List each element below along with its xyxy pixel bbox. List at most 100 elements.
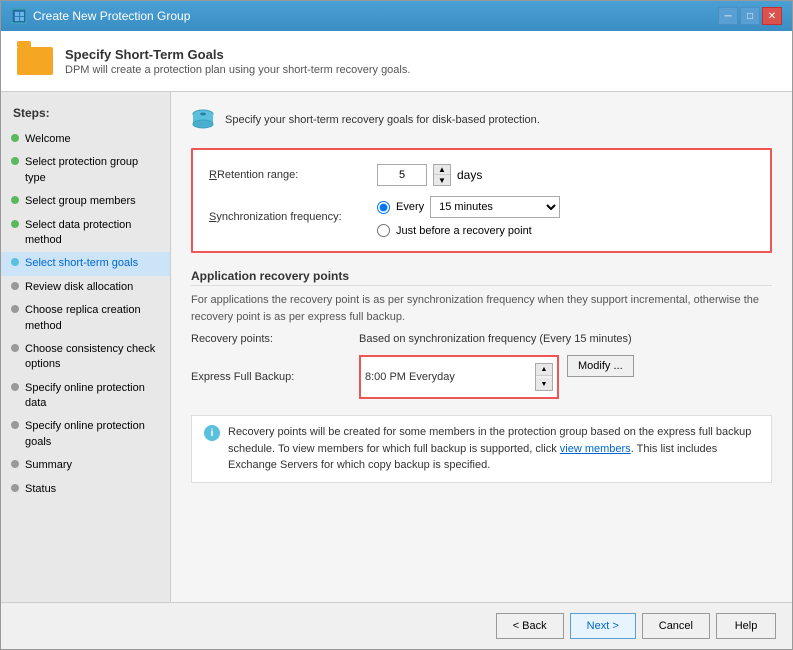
page-header: Specify Short-Term Goals DPM will create… <box>1 31 792 92</box>
express-backup-value: 8:00 PM Everyday <box>365 371 535 383</box>
recovery-points-label: Recovery points: <box>191 333 351 345</box>
disk-description: Specify your short-term recovery goals f… <box>225 114 540 126</box>
app-icon <box>11 8 27 24</box>
sidebar-item-welcome[interactable]: Welcome <box>1 128 170 151</box>
sidebar-label-welcome: Welcome <box>25 132 71 147</box>
retention-sync-form: RRetention range: 5 ▲ ▼ days Synchroni <box>191 148 772 253</box>
sidebar-label-online-goals: Specify online protection goals <box>25 419 158 450</box>
express-backup-group: 8:00 PM Everyday ▲ ▼ Modify ... <box>359 355 634 399</box>
sidebar-label-replica: Choose replica creation method <box>25 303 158 334</box>
title-bar-left: Create New Protection Group <box>11 8 190 24</box>
recovery-points-row: Recovery points: Based on synchronizatio… <box>191 333 772 345</box>
status-dot-summary <box>11 460 19 468</box>
sync-every-label: Every <box>396 201 424 213</box>
retention-spinner-buttons: ▲ ▼ <box>433 164 451 186</box>
sidebar-item-replica[interactable]: Choose replica creation method <box>1 299 170 338</box>
sidebar-item-protection-type[interactable]: Select protection group type <box>1 151 170 190</box>
help-button[interactable]: Help <box>716 613 776 639</box>
sidebar-label-status: Status <box>25 482 56 497</box>
view-members-link[interactable]: view members <box>560 443 631 455</box>
footer: < Back Next > Cancel Help <box>1 602 792 649</box>
retention-label: RRetention range: <box>209 169 369 181</box>
status-dot-disk <box>11 282 19 290</box>
status-dot-data-protection <box>11 220 19 228</box>
sidebar: Steps: Welcome Select protection group t… <box>1 92 171 602</box>
status-dot-group-members <box>11 196 19 204</box>
retention-spinner-group: 5 ▲ ▼ days <box>377 164 482 186</box>
status-dot-consistency <box>11 344 19 352</box>
info-box: i Recovery points will be created for so… <box>191 415 772 483</box>
sync-just-before-row: Just before a recovery point <box>377 224 560 237</box>
page-title: Specify Short-Term Goals <box>65 47 410 62</box>
status-dot-welcome <box>11 134 19 142</box>
retention-down-button[interactable]: ▼ <box>434 175 450 185</box>
sync-every-radio[interactable] <box>377 201 390 214</box>
next-button[interactable]: Next > <box>570 613 636 639</box>
backup-scroll-down[interactable]: ▼ <box>536 378 552 390</box>
status-dot-replica <box>11 305 19 313</box>
sync-just-before-label: Just before a recovery point <box>396 225 532 237</box>
sidebar-label-protection-type: Select protection group type <box>25 155 158 186</box>
sidebar-label-group-members: Select group members <box>25 194 136 209</box>
window-title: Create New Protection Group <box>33 9 190 23</box>
sidebar-item-disk-allocation[interactable]: Review disk allocation <box>1 276 170 299</box>
express-backup-row: Express Full Backup: 8:00 PM Everyday ▲ … <box>191 355 772 399</box>
sync-label: Synchronization frequency: <box>209 211 369 223</box>
status-dot-online-data <box>11 383 19 391</box>
backup-scroll-up[interactable]: ▲ <box>536 364 552 376</box>
content-area: Steps: Welcome Select protection group t… <box>1 92 792 602</box>
header-text: Specify Short-Term Goals DPM will create… <box>65 47 410 76</box>
retention-up-button[interactable]: ▲ <box>434 165 450 175</box>
back-button[interactable]: < Back <box>496 613 564 639</box>
recovery-points-value: Based on synchronization frequency (Ever… <box>359 333 632 345</box>
window-controls: ─ □ ✕ <box>718 7 782 25</box>
sync-every-row: Every 5 minutes 15 minutes 30 minutes 1 … <box>377 196 560 218</box>
sync-radio-group: Every 5 minutes 15 minutes 30 minutes 1 … <box>377 196 560 237</box>
minimize-button[interactable]: ─ <box>718 7 738 25</box>
maximize-button[interactable]: □ <box>740 7 760 25</box>
express-backup-label: Express Full Backup: <box>191 371 351 383</box>
status-dot-protection-type <box>11 157 19 165</box>
sidebar-item-online-data[interactable]: Specify online protection data <box>1 377 170 416</box>
sidebar-header: Steps: <box>1 102 170 128</box>
sync-just-before-radio[interactable] <box>377 224 390 237</box>
sync-interval-dropdown[interactable]: 5 minutes 15 minutes 30 minutes 1 hour 2… <box>430 196 560 218</box>
sidebar-item-consistency[interactable]: Choose consistency check options <box>1 338 170 377</box>
folder-icon <box>17 47 53 75</box>
disk-icon <box>191 108 215 132</box>
status-dot-status <box>11 484 19 492</box>
close-button[interactable]: ✕ <box>762 7 782 25</box>
app-recovery-desc: For applications the recovery point is a… <box>191 292 772 325</box>
backup-scroll-buttons: ▲ ▼ <box>535 363 553 391</box>
sidebar-item-summary[interactable]: Summary <box>1 454 170 477</box>
app-recovery-title: Application recovery points <box>191 269 772 286</box>
sidebar-label-disk: Review disk allocation <box>25 280 133 295</box>
page-description: DPM will create a protection plan using … <box>65 64 410 76</box>
status-dot-online-goals <box>11 421 19 429</box>
retention-row: RRetention range: 5 ▲ ▼ days <box>209 164 754 186</box>
sidebar-label-summary: Summary <box>25 458 72 473</box>
sidebar-label-data-protection: Select data protection method <box>25 218 158 249</box>
status-dot-short-term <box>11 258 19 266</box>
modify-button[interactable]: Modify ... <box>567 355 634 377</box>
sidebar-item-short-term[interactable]: Select short-term goals <box>1 252 170 275</box>
sidebar-label-consistency: Choose consistency check options <box>25 342 158 373</box>
section-description: Specify your short-term recovery goals f… <box>191 108 772 132</box>
sidebar-item-group-members[interactable]: Select group members <box>1 190 170 213</box>
sync-row: Synchronization frequency: Every 5 minut… <box>209 196 754 237</box>
main-window: Create New Protection Group ─ □ ✕ Specif… <box>0 0 793 650</box>
app-recovery-section: Application recovery points For applicat… <box>191 269 772 399</box>
sidebar-item-online-goals[interactable]: Specify online protection goals <box>1 415 170 454</box>
main-content: Specify your short-term recovery goals f… <box>171 92 792 602</box>
cancel-button[interactable]: Cancel <box>642 613 710 639</box>
sidebar-label-online-data: Specify online protection data <box>25 381 158 412</box>
retention-unit: days <box>457 168 482 182</box>
info-text: Recovery points will be created for some… <box>228 424 759 474</box>
express-backup-box: 8:00 PM Everyday ▲ ▼ <box>359 355 559 399</box>
sidebar-item-status[interactable]: Status <box>1 478 170 501</box>
retention-input[interactable]: 5 <box>377 164 427 186</box>
sidebar-item-data-protection[interactable]: Select data protection method <box>1 214 170 253</box>
sidebar-label-short-term: Select short-term goals <box>25 256 138 271</box>
info-icon: i <box>204 425 220 441</box>
title-bar: Create New Protection Group ─ □ ✕ <box>1 1 792 31</box>
